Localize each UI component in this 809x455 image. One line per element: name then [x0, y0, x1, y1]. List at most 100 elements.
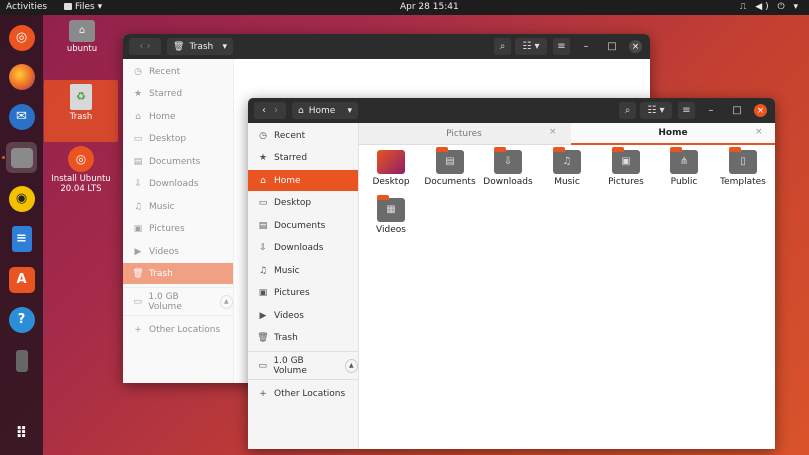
tab-pictures[interactable]: Pictures — [359, 123, 569, 145]
sidebar-label: Documents — [149, 156, 201, 167]
folder-desktop[interactable]: Desktop — [362, 150, 420, 187]
chevron-down-icon: ▾ — [222, 41, 227, 52]
minimize-button[interactable]: – — [580, 38, 592, 55]
folder-downloads[interactable]: ⇩ Downloads — [479, 147, 537, 187]
search-icon: ⌕ — [624, 105, 631, 116]
sidebar-item-documents[interactable]: ▤ Documents — [248, 215, 358, 236]
usb-drive-icon — [15, 349, 28, 372]
view-options-button[interactable]: ☷ ▾ — [515, 38, 547, 55]
dock-software[interactable]: A — [6, 264, 37, 295]
menu-button[interactable]: ≡ — [678, 102, 695, 119]
sidebar-item-music[interactable]: ♫ Music — [248, 260, 358, 281]
maximize-button[interactable]: □ — [731, 102, 743, 119]
trash-icon: 🗑 — [132, 268, 144, 279]
dock-help[interactable]: ? — [6, 304, 37, 335]
sidebar-item-home[interactable]: ⌂ Home — [123, 106, 233, 127]
document-icon: ▤ — [133, 156, 143, 167]
dock-rhythmbox[interactable]: ◉ — [6, 183, 37, 214]
desktop-home-folder[interactable]: ⌂ ubuntu — [58, 20, 106, 54]
sidebar-item-pictures[interactable]: ▣ Pictures — [248, 282, 358, 303]
trash-icon: ♻ — [70, 84, 92, 110]
home-icon: ⌂ — [135, 111, 141, 122]
software-store-icon: A — [8, 266, 35, 293]
plus-icon: + — [259, 388, 267, 399]
tab-home[interactable]: Home — [571, 123, 775, 145]
folder-public[interactable]: ⋔ Public — [655, 147, 713, 187]
sidebar-item-starred[interactable]: ★ Starred — [123, 83, 233, 104]
dock-thunderbird[interactable]: ✉ — [6, 101, 37, 132]
folder-music[interactable]: ♫ Music — [538, 147, 596, 187]
document-icon: ▤ — [258, 220, 268, 231]
search-button[interactable]: ⌕ — [494, 38, 511, 55]
sidebar-item-starred[interactable]: ★ Starred — [248, 147, 358, 168]
sidebar-item-home[interactable]: ⌂ Home — [248, 170, 358, 191]
desktop-install-ubuntu[interactable]: ◎ Install Ubuntu 20.04 LTS — [48, 146, 114, 194]
close-button[interactable]: × — [629, 40, 642, 53]
system-tray[interactable]: ⎍ ◀) ⏻ ▾ — [740, 2, 801, 12]
sidebar-item-downloads[interactable]: ⇩ Downloads — [248, 237, 358, 258]
path-bar[interactable]: 🗑 Trash ▾ — [167, 38, 233, 55]
hamburger-icon: ≡ — [682, 105, 691, 116]
menu-button[interactable]: ≡ — [553, 38, 570, 55]
folder-pictures[interactable]: ▣ Pictures — [597, 147, 655, 187]
app-menu-button[interactable]: Files ▾ — [64, 2, 102, 12]
dock-writer[interactable]: ≡ — [6, 223, 37, 254]
sidebar-item-pictures[interactable]: ▣ Pictures — [123, 218, 233, 239]
path-bar[interactable]: ⌂ Home ▾ — [292, 102, 358, 119]
show-applications-button[interactable]: ⠿ — [6, 417, 37, 448]
sidebar-item-trash[interactable]: 🗑 Trash — [123, 263, 233, 284]
window-header: ‹ › 🗑 Trash ▾ ⌕ ☷ ▾ ≡ – □ × — [123, 34, 650, 59]
search-button[interactable]: ⌕ — [619, 102, 636, 119]
minimize-button[interactable]: – — [705, 102, 717, 119]
sidebar-label: Videos — [149, 246, 179, 257]
sidebar-label: Recent — [274, 130, 306, 141]
search-icon: ⌕ — [499, 41, 506, 52]
sidebar-item-downloads[interactable]: ⇩ Downloads — [123, 173, 233, 194]
nav-back-forward[interactable]: ‹ › — [254, 102, 286, 119]
sidebar-item-videos[interactable]: ▶ Videos — [248, 305, 358, 326]
sidebar-label: Music — [274, 265, 300, 276]
eject-icon[interactable]: ▲ — [219, 294, 234, 309]
sidebar-item-recent[interactable]: ◷ Recent — [123, 61, 233, 82]
sidebar-item-recent[interactable]: ◷ Recent — [248, 125, 358, 146]
libreoffice-writer-icon: ≡ — [11, 225, 32, 252]
files-icon — [64, 3, 72, 10]
dock-usb-drive[interactable] — [6, 345, 37, 376]
sidebar-label: Starred — [149, 88, 183, 99]
dock-ubuntu-software-center[interactable]: ◎ — [6, 22, 37, 53]
tab-close-icon[interactable]: × — [549, 127, 557, 137]
sidebar-item-other-locations[interactable]: + Other Locations — [123, 319, 233, 340]
sidebar-item-desktop[interactable]: ▭ Desktop — [123, 128, 233, 149]
nav-back-forward[interactable]: ‹ › — [129, 38, 161, 55]
folder-label: Documents — [424, 177, 476, 187]
sidebar-label: Pictures — [274, 287, 310, 298]
folder-templates[interactable]: ▯ Templates — [714, 147, 772, 187]
dock-files[interactable] — [6, 142, 37, 173]
sidebar-item-music[interactable]: ♫ Music — [123, 196, 233, 217]
tab-close-icon[interactable]: × — [755, 127, 763, 137]
folder-documents[interactable]: ▤ Documents — [421, 147, 479, 187]
video-icon: ▶ — [134, 246, 142, 257]
sidebar-item-trash[interactable]: 🗑 Trash — [248, 327, 358, 348]
sidebar-item-videos[interactable]: ▶ Videos — [123, 241, 233, 262]
sidebar-item-desktop[interactable]: ▭ Desktop — [248, 192, 358, 213]
dock-firefox[interactable] — [6, 61, 37, 92]
sidebar-label: Documents — [274, 220, 326, 231]
path-label: Home — [308, 105, 336, 116]
sidebar-item-documents[interactable]: ▤ Documents — [123, 151, 233, 172]
eject-icon[interactable]: ▲ — [344, 358, 359, 373]
sidebar-item-volume[interactable]: ▭ 1.0 GB Volume ▲ — [123, 291, 234, 312]
folder-label: Music — [554, 177, 580, 187]
close-button[interactable]: × — [754, 104, 767, 117]
sidebar-item-other-locations[interactable]: + Other Locations — [248, 383, 358, 404]
sidebar-item-volume[interactable]: ▭ 1.0 GB Volume ▲ — [248, 355, 359, 376]
folder-videos[interactable]: ▦ Videos — [362, 195, 420, 235]
activities-button[interactable]: Activities — [6, 2, 47, 12]
sidebar-label: Other Locations — [149, 324, 221, 335]
clock[interactable]: Apr 28 15:41 — [400, 2, 459, 12]
forward-arrow-icon: › — [274, 105, 278, 116]
maximize-button[interactable]: □ — [606, 38, 618, 55]
view-options-button[interactable]: ☷ ▾ — [640, 102, 672, 119]
sidebar-label: Videos — [274, 310, 304, 321]
desktop-trash[interactable]: ♻ Trash — [44, 80, 118, 142]
